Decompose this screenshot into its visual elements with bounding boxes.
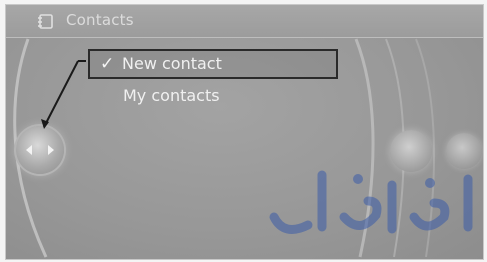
controller-knob[interactable] — [16, 126, 64, 174]
watermark-logo — [269, 170, 473, 234]
arrow-left-icon — [26, 145, 32, 155]
checkmark-icon: ✓ — [100, 54, 115, 74]
page-title: Contacts — [66, 11, 134, 29]
menu-item-my-contacts[interactable]: My contacts — [123, 83, 220, 109]
idrive-screen: Contacts ✓ New contact My contacts — [5, 4, 484, 260]
header-bar: Contacts — [6, 5, 483, 38]
menu-item-new-contact[interactable]: ✓ New contact — [88, 49, 338, 79]
menu-item-label: My contacts — [123, 86, 220, 105]
arrow-right-icon — [48, 145, 54, 155]
menu-item-label: New contact — [122, 54, 222, 73]
contacts-icon — [38, 14, 53, 29]
